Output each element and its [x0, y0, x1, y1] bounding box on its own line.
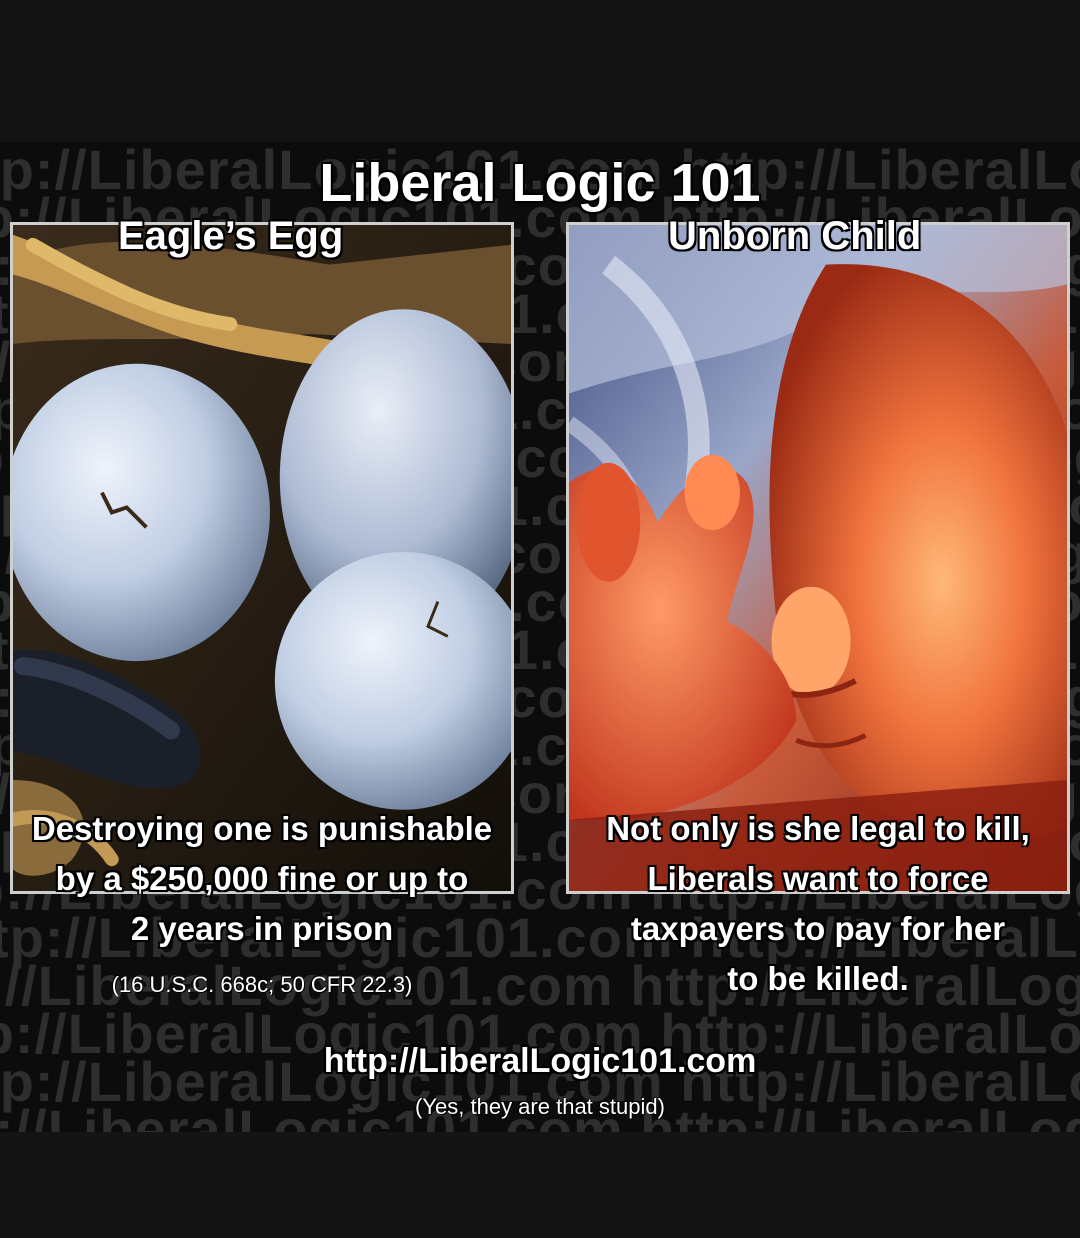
left-caption-line: by a $250,000 fine or up to	[55, 860, 469, 897]
right-caption-line: taxpayers to pay for her	[630, 910, 1006, 947]
site-url: http://LiberalLogic101.com	[323, 1042, 757, 1080]
right-caption-line: Liberals want to force	[647, 860, 989, 897]
meme-title: Liberal Logic 101	[319, 153, 761, 213]
unborn-child-illustration	[569, 225, 1067, 891]
left-citation: (16 U.S.C. 668c; 50 CFR 22.3)	[111, 972, 413, 997]
unborn-child-photo	[566, 222, 1070, 894]
left-caption-line: Destroying one is punishable	[31, 810, 493, 847]
tagline: (Yes, they are that stupid)	[415, 1094, 665, 1119]
right-caption-line: to be killed.	[727, 960, 909, 997]
left-panel-label: Eagle’s Egg	[118, 214, 344, 258]
left-caption: Destroying one is punishable by a $250,0…	[0, 804, 524, 954]
right-caption-line: Not only is she legal to kill,	[606, 810, 1030, 847]
left-caption-line: 2 years in prison	[130, 910, 394, 947]
right-caption: Not only is she legal to kill, Liberals …	[556, 804, 1080, 1004]
eagle-egg-illustration	[13, 225, 511, 891]
meme-image: tp://LiberalLogic101.com http://LiberalL…	[0, 142, 1080, 1132]
right-panel-label: Unborn Child	[668, 214, 922, 258]
app-frame: tp://LiberalLogic101.com http://LiberalL…	[0, 0, 1080, 1238]
eagle-egg-photo	[10, 222, 514, 894]
